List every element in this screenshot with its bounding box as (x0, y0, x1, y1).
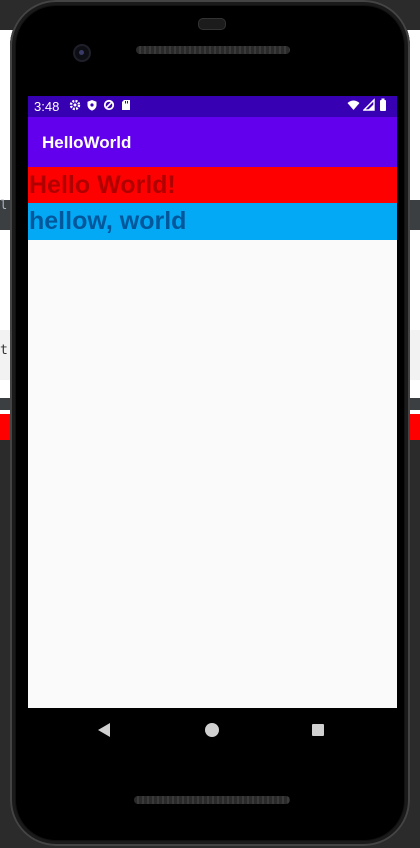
device-screen: 3:48 HelloWorld Hello World! hellow, wor… (28, 96, 397, 708)
status-notification-icons (69, 98, 132, 112)
app-title: HelloWorld (42, 133, 132, 152)
top-speaker-grille (136, 46, 290, 54)
front-camera-icon (73, 44, 91, 62)
earpiece-notch (198, 18, 226, 30)
navigation-bar (28, 708, 397, 754)
battery-icon (379, 98, 391, 112)
ide-partial-code-text: t (0, 343, 8, 358)
gear-icon (69, 98, 81, 112)
recents-icon[interactable] (312, 724, 324, 736)
hello-world-textview: Hello World! (28, 167, 397, 203)
status-time: 3:48 (34, 99, 60, 114)
shield-icon (86, 98, 98, 112)
hello-world-text: Hello World! (29, 171, 176, 199)
wifi-icon (347, 98, 360, 112)
bottom-speaker-grille (134, 796, 290, 804)
status-bar: 3:48 (28, 96, 397, 117)
cell-signal-icon (363, 98, 375, 112)
status-system-icons (347, 98, 391, 112)
hellow-world-text: hellow, world (29, 207, 187, 235)
data-saver-icon (103, 98, 115, 112)
home-icon[interactable] (205, 723, 219, 737)
sd-card-icon (120, 98, 132, 112)
back-icon[interactable] (98, 723, 110, 737)
app-bar: HelloWorld (28, 117, 397, 167)
hellow-world-textview: hellow, world (28, 203, 397, 240)
